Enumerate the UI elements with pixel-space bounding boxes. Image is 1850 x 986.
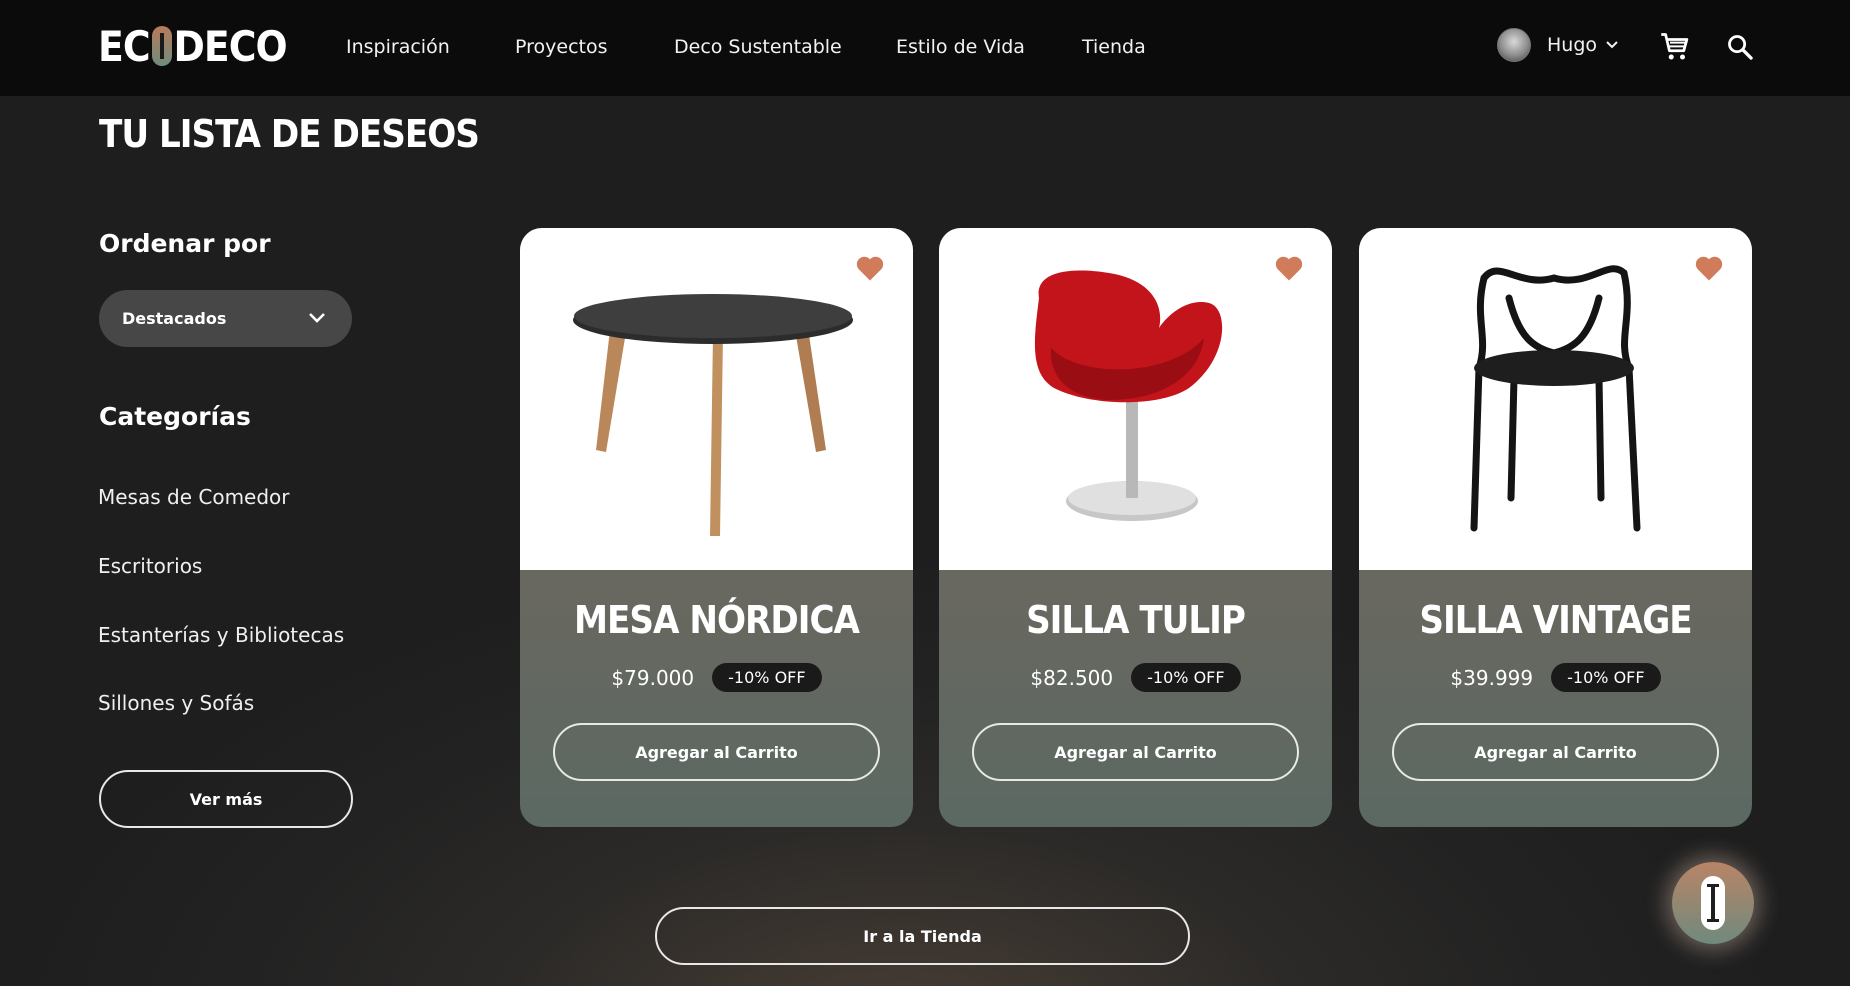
discount-badge: -10% OFF [1131, 663, 1241, 692]
product-image[interactable] [939, 228, 1332, 570]
assistant-icon [1701, 876, 1725, 930]
price-row: $79.000 -10% OFF [520, 663, 913, 692]
product-image[interactable] [1359, 228, 1752, 570]
discount-badge: -10% OFF [1551, 663, 1661, 692]
nav-estilo-de-vida[interactable]: Estilo de Vida [896, 36, 1025, 58]
ver-mas-button[interactable]: Ver más [99, 770, 353, 828]
product-card-silla-vintage: SILLA VINTAGE $39.999 -10% OFF Agregar a… [1359, 228, 1752, 827]
page-title: TU LISTA DE DESEOS [99, 112, 480, 156]
logo-text-right: DECO [173, 21, 288, 71]
ir-a-la-tienda-button[interactable]: Ir a la Tienda [655, 907, 1190, 965]
category-estanterias[interactable]: Estanterías y Bibliotecas [98, 623, 344, 647]
product-card-silla-tulip: SILLA TULIP $82.500 -10% OFF Agregar al … [939, 228, 1332, 827]
add-to-cart-button[interactable]: Agregar al Carrito [553, 723, 880, 781]
chevron-down-icon [1606, 41, 1618, 49]
floating-assistant-button[interactable] [1672, 862, 1754, 944]
user-menu[interactable]: Hugo [1497, 28, 1619, 62]
sort-select[interactable]: Destacados [99, 290, 352, 347]
user-name: Hugo [1547, 34, 1598, 56]
heart-icon[interactable] [1274, 254, 1304, 282]
category-escritorios[interactable]: Escritorios [98, 554, 202, 578]
chevron-down-icon [309, 313, 325, 323]
heart-icon[interactable] [1694, 254, 1724, 282]
logo-text-left: EC [98, 21, 151, 71]
add-to-cart-button[interactable]: Agregar al Carrito [1392, 723, 1719, 781]
category-sillones-sofas[interactable]: Sillones y Sofás [98, 691, 254, 715]
top-navigation-bar: EC DECO Inspiración Proyectos Deco Suste… [0, 0, 1850, 96]
cart-icon[interactable] [1660, 32, 1690, 62]
price-row: $39.999 -10% OFF [1359, 663, 1752, 692]
avatar [1497, 28, 1531, 62]
ecodeco-logo[interactable]: EC DECO [98, 21, 288, 71]
logo-mark-icon [151, 26, 172, 66]
price-row: $82.500 -10% OFF [939, 663, 1332, 692]
sort-select-value: Destacados [122, 309, 227, 328]
product-image[interactable] [520, 228, 913, 570]
product-name: MESA NÓRDICA [573, 598, 860, 642]
nav-proyectos[interactable]: Proyectos [515, 36, 608, 58]
nav-inspiracion[interactable]: Inspiración [346, 36, 450, 58]
product-price: $79.000 [611, 665, 695, 690]
product-name: SILLA TULIP [1026, 598, 1246, 642]
product-card-mesa-nordica: MESA NÓRDICA $79.000 -10% OFF Agregar al… [520, 228, 913, 827]
product-price: $82.500 [1030, 665, 1114, 690]
nav-deco-sustentable[interactable]: Deco Sustentable [674, 36, 842, 58]
category-mesas-de-comedor[interactable]: Mesas de Comedor [98, 485, 290, 509]
categories-title: Categorías [99, 402, 251, 431]
sort-title: Ordenar por [99, 229, 271, 258]
heart-icon[interactable] [855, 254, 885, 282]
product-name: SILLA VINTAGE [1419, 598, 1692, 642]
product-price: $39.999 [1450, 665, 1534, 690]
add-to-cart-button[interactable]: Agregar al Carrito [972, 723, 1299, 781]
discount-badge: -10% OFF [712, 663, 822, 692]
nav-tienda[interactable]: Tienda [1082, 36, 1146, 58]
search-icon[interactable] [1726, 33, 1754, 61]
